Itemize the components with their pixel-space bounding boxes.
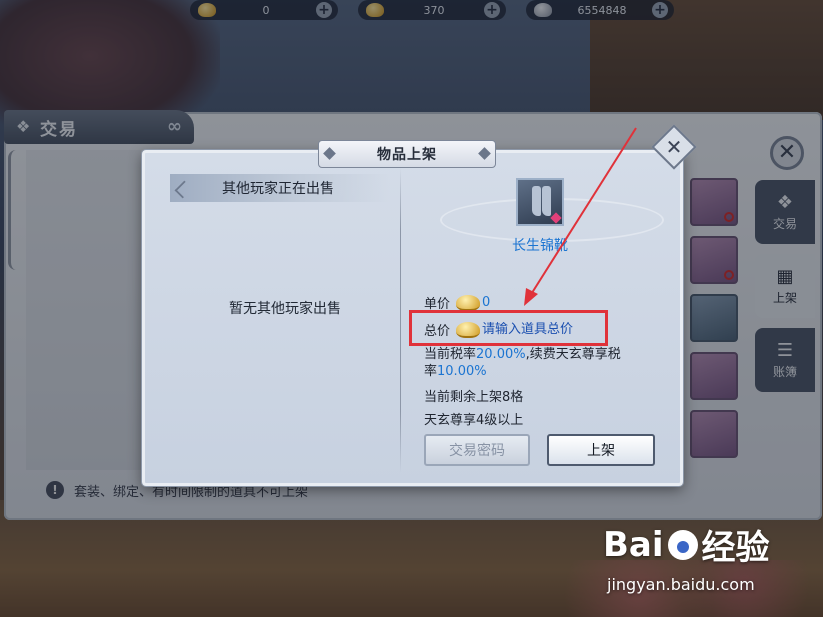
boot-shape	[542, 186, 551, 216]
paw-icon	[667, 529, 698, 560]
diamond-ornament-icon	[478, 147, 491, 160]
tax-rate: 20.00%	[476, 347, 526, 362]
watermark-url: jingyan.baidu.com	[607, 575, 755, 594]
dialog-divider	[400, 168, 401, 473]
close-icon: ✕	[665, 135, 683, 159]
dialog-title-text: 物品上架	[377, 147, 437, 163]
dialog-title: 物品上架	[318, 140, 496, 168]
tax-prefix: 当前税率	[424, 347, 477, 362]
unit-price-value: 0	[482, 295, 491, 310]
baidu-logo-right: 经验	[701, 528, 770, 568]
item-name: 长生锦靴	[512, 238, 568, 254]
annotation-highlight-box	[409, 310, 608, 346]
others-selling-title: 其他玩家正在出售	[222, 181, 334, 197]
baidu-logo: Bai 经验	[603, 520, 818, 569]
empty-listing-message: 暂无其他玩家出售	[229, 301, 341, 317]
tax-middle: ,续费天玄尊享税	[525, 347, 621, 362]
tax-line2-prefix: 率	[424, 364, 438, 379]
diamond-ornament-icon	[323, 147, 336, 160]
baidu-logo-left: Bai	[603, 524, 664, 565]
boots-icon[interactable]	[516, 178, 564, 226]
trade-password-button[interactable]: 交易密码	[424, 434, 530, 466]
chevron-left-icon	[174, 180, 193, 199]
baidu-watermark: Bai 经验 jingyan.baidu.com	[603, 520, 818, 610]
gold-ingot-icon	[456, 294, 481, 311]
list-item-button[interactable]: 上架	[547, 434, 655, 466]
tax-info: 当前税率20.00%,续费天玄尊享税 率10.00%	[424, 346, 621, 380]
vip-requirement: 天玄尊享4级以上	[424, 413, 524, 428]
gem-badge-icon	[550, 212, 562, 224]
others-selling-header: 其他玩家正在出售	[170, 174, 390, 202]
boot-shape	[532, 186, 541, 216]
tax-rate-vip: 10.00%	[437, 364, 487, 379]
remaining-slots: 当前剩余上架8格	[424, 390, 524, 405]
